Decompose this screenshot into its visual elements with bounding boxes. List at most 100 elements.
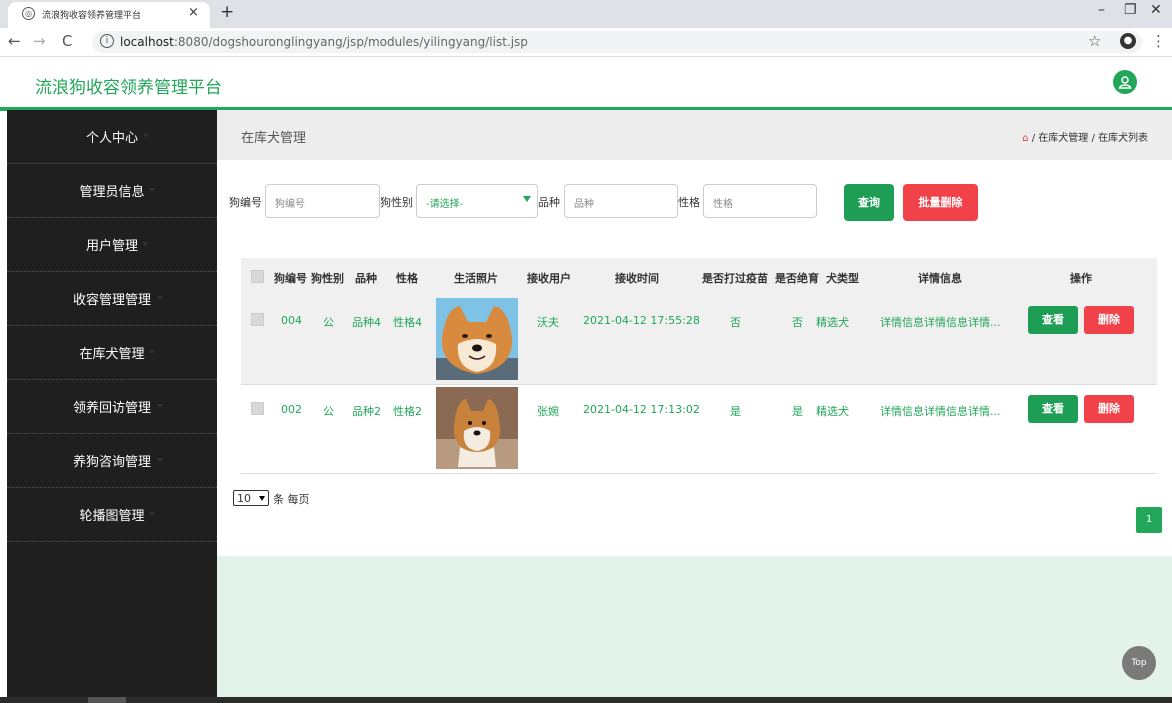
tab-close-icon[interactable]: × (188, 5, 199, 20)
dog-gender-label: 狗性别 (380, 196, 413, 209)
cell-user: 张婉 (537, 405, 559, 418)
table-header: 狗编号 狗性别 品种 性格 生活照片 接收用户 接收时间 是否打过疫苗 是否绝育… (241, 258, 1157, 296)
dog-gender-select[interactable]: -请选择- (416, 184, 538, 218)
cell-gender: 公 (323, 316, 334, 329)
profile-avatar-icon[interactable]: ● (1120, 33, 1136, 49)
close-window-icon[interactable]: ✕ (1150, 2, 1162, 18)
sidebar-item-admin[interactable]: 管理员信息 (7, 164, 217, 218)
select-all-checkbox[interactable] (251, 270, 264, 283)
sidebar-item-consulting[interactable]: 养狗咨询管理 (7, 434, 217, 488)
sidebar-item-adoption-visits[interactable]: 领养回访管理 (7, 380, 217, 434)
col-breed[interactable]: 品种 (355, 270, 377, 286)
home-icon[interactable]: ⌂ (1022, 133, 1028, 144)
sidebar-item-label: 在库犬管理 (79, 347, 145, 362)
browser-menu-icon[interactable]: ⋮ (1151, 32, 1166, 50)
col-user[interactable]: 接收用户 (527, 270, 571, 286)
character-input[interactable]: 性格 (703, 184, 817, 218)
sidebar-item-profile[interactable]: 个人中心 (7, 110, 217, 164)
forward-icon[interactable]: → (33, 32, 46, 50)
cell-breed: 品种2 (352, 405, 381, 418)
chevron-down-icon (149, 512, 155, 516)
character-label: 性格 (678, 196, 700, 209)
col-photo: 生活照片 (454, 272, 498, 285)
user-icon[interactable] (1113, 70, 1137, 94)
dog-no-label: 狗编号 (229, 196, 262, 209)
breed-input[interactable]: 品种 (564, 184, 678, 218)
page-number-button[interactable]: 1 (1136, 507, 1162, 533)
breed-label: 品种 (538, 196, 560, 209)
url-field[interactable]: i localhost:8080/dogshouronglingyang/jsp… (92, 31, 1142, 53)
batch-delete-button[interactable]: 批量删除 (903, 184, 978, 221)
col-detail: 详情信息 (918, 272, 962, 285)
sidebar-item-users[interactable]: 用户管理 (7, 218, 217, 272)
sidebar-item-label: 用户管理 (85, 239, 138, 254)
col-neutered[interactable]: 是否绝育 (775, 270, 819, 286)
bookmark-star-icon[interactable]: ☆ (1088, 32, 1101, 50)
sidebar-item-label: 养狗咨询管理 (72, 455, 151, 470)
cell-neutered: 否 (792, 316, 803, 329)
page-size-select[interactable]: 10 (233, 490, 269, 506)
sidebar-item-label: 收容管理管理 (72, 293, 151, 308)
table-row: 004 公 品种4 性格4 沃夫 2021-04-12 17:55:28 否 否… (241, 296, 1157, 385)
breadcrumb-bar: 在库犬管理 ⌂ / 在库犬管理 / 在库犬列表 (217, 110, 1172, 160)
new-tab-button[interactable]: + (220, 2, 234, 22)
sidebar-item-label: 个人中心 (85, 131, 138, 146)
table-row: 002 公 品种2 性格2 张婉 2021-04-12 17:13:02 是 是… (241, 385, 1157, 474)
site-favicon-icon: ◎ (22, 7, 35, 20)
cell-detail: 详情信息详情信息详情... (880, 405, 1001, 418)
breadcrumb-separator: / (1031, 133, 1036, 144)
view-button[interactable]: 查看 (1028, 395, 1078, 423)
site-info-icon[interactable]: i (100, 34, 114, 48)
cell-dog-no: 004 (281, 314, 302, 327)
col-gender[interactable]: 狗性别 (311, 270, 344, 286)
view-button[interactable]: 查看 (1028, 306, 1078, 334)
row-checkbox[interactable] (251, 313, 264, 326)
chevron-down-icon (142, 242, 148, 246)
breadcrumb-item[interactable]: 在库犬管理 (1038, 133, 1088, 144)
col-type[interactable]: 犬类型 (826, 270, 859, 286)
chevron-down-icon (149, 350, 155, 354)
cell-character: 性格4 (393, 316, 422, 329)
chevron-down-icon (149, 188, 155, 192)
breadcrumb-item: 在库犬列表 (1098, 133, 1148, 144)
url-text: localhost:8080/dogshouronglingyang/jsp/m… (120, 35, 528, 49)
delete-button[interactable]: 删除 (1084, 395, 1134, 423)
app-header: 流浪狗收容领养管理平台 (0, 57, 1172, 111)
sidebar-item-in-stock-dogs[interactable]: 在库犬管理 (7, 326, 217, 380)
restore-icon[interactable]: ❐ (1124, 2, 1137, 18)
per-page-label: 条 每页 (273, 493, 310, 506)
cell-time: 2021-04-12 17:55:28 (583, 314, 700, 327)
row-checkbox[interactable] (251, 402, 264, 415)
cell-type: 精选犬 (816, 316, 849, 329)
cell-detail: 详情信息详情信息详情... (880, 316, 1001, 329)
minimize-icon[interactable]: – (1098, 2, 1105, 18)
col-vaccinated[interactable]: 是否打过疫苗 (702, 270, 768, 286)
dog-photo (436, 298, 518, 380)
breadcrumb: ⌂ / 在库犬管理 / 在库犬列表 (1022, 129, 1148, 144)
sidebar-item-carousel[interactable]: 轮播图管理 (7, 488, 217, 542)
page-title: 在库犬管理 (241, 131, 307, 146)
cell-vaccinated: 是 (730, 405, 741, 418)
browser-tab-bar: ◎ 流浪狗收容领养管理平台 × + – ❐ ✕ (0, 0, 1172, 28)
browser-tab[interactable]: ◎ 流浪狗收容领养管理平台 × (8, 2, 210, 28)
taskbar-item[interactable] (88, 697, 126, 703)
col-actions: 操作 (1070, 272, 1092, 285)
sidebar-item-label: 管理员信息 (79, 185, 145, 200)
chevron-down-icon (157, 458, 163, 462)
col-time[interactable]: 接收时间 (615, 270, 659, 286)
sidebar-item-shelter[interactable]: 收容管理管理 (7, 272, 217, 326)
reload-icon[interactable]: C (62, 32, 72, 50)
delete-button[interactable]: 删除 (1084, 306, 1134, 334)
dog-no-input[interactable]: 狗编号 (265, 184, 380, 218)
dog-photo (436, 387, 518, 469)
col-character[interactable]: 性格 (396, 270, 418, 286)
address-bar: ← → C i localhost:8080/dogshouronglingya… (0, 28, 1172, 57)
sidebar-item-label: 领养回访管理 (72, 401, 151, 416)
cell-type: 精选犬 (816, 405, 849, 418)
col-dog-no[interactable]: 狗编号 (274, 270, 307, 286)
app-title: 流浪狗收容领养管理平台 (35, 78, 222, 98)
back-to-top-button[interactable]: Top (1122, 646, 1156, 680)
search-button[interactable]: 查询 (844, 184, 894, 221)
back-icon[interactable]: ← (8, 32, 21, 50)
chevron-down-icon (143, 134, 149, 138)
